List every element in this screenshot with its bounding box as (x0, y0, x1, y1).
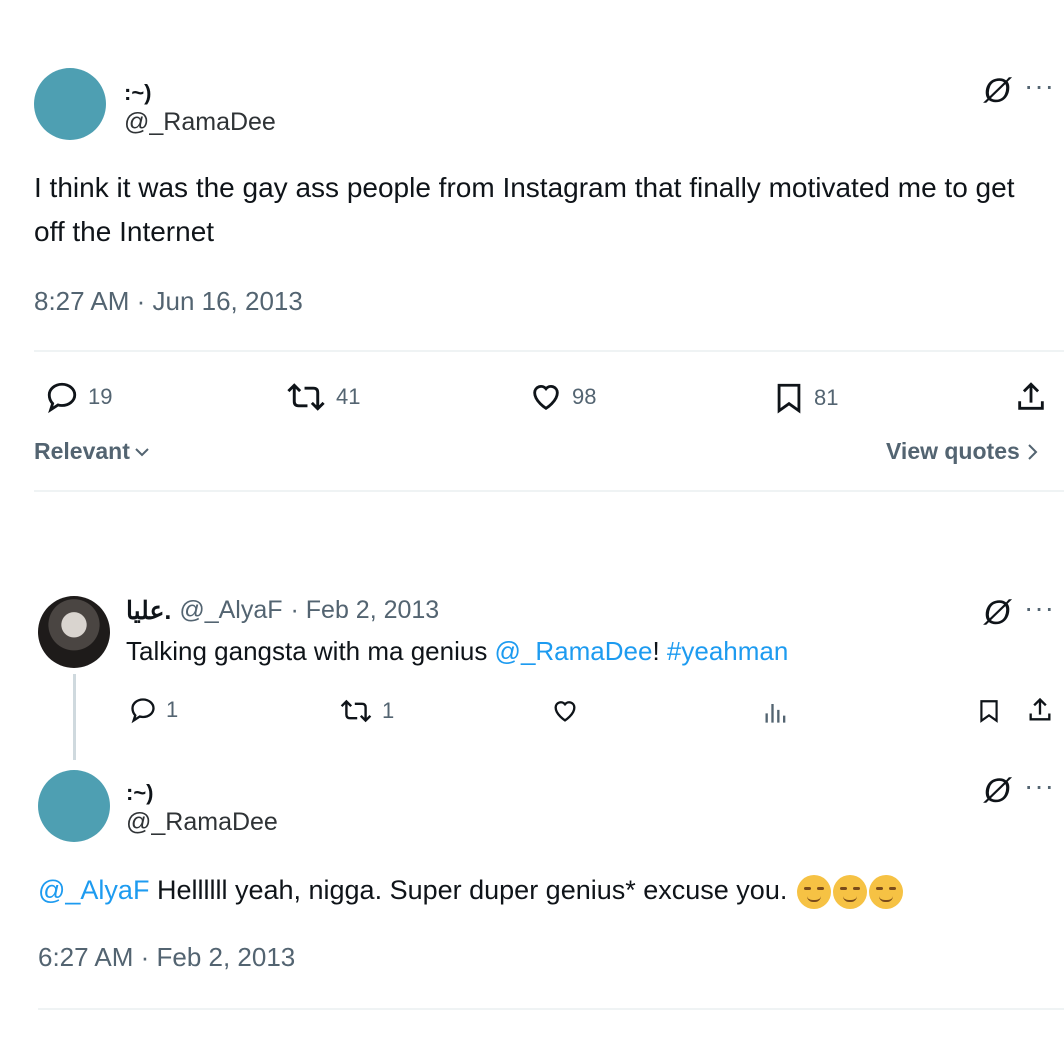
avatar[interactable] (34, 68, 106, 140)
chevron-down-icon (134, 446, 150, 458)
sort-selector[interactable]: Relevant (34, 438, 150, 465)
post-date[interactable]: · Feb 2, 2013 (291, 596, 440, 626)
view-quotes-link[interactable]: View quotes (886, 438, 1038, 465)
more-icon[interactable]: ··· (1024, 70, 1055, 102)
chevron-right-icon (1026, 443, 1038, 461)
tweet-text: I think it was the gay ass people from I… (34, 172, 1015, 247)
sort-label: Relevant (34, 438, 130, 464)
bookmark-button[interactable]: 81 (772, 380, 838, 416)
bookmark-count: 81 (814, 385, 839, 410)
retweet-button[interactable]: 41 (284, 382, 360, 412)
share-icon[interactable] (1014, 380, 1048, 414)
bookmark-icon (976, 697, 1002, 725)
tweet-header: عليا. @_AlyaF · Feb 2, 2013 (126, 596, 439, 626)
reply-count: 1 (166, 697, 179, 722)
divider (34, 350, 1064, 352)
analytics-icon (762, 697, 790, 725)
grok-icon[interactable]: Ø (984, 72, 1010, 111)
reply-button[interactable]: 1 (128, 696, 178, 724)
retweet-icon (284, 382, 328, 412)
bookmark-icon (772, 380, 806, 416)
heart-icon (550, 697, 580, 725)
smirk-emoji-icon (796, 874, 831, 909)
grok-icon[interactable]: Ø (984, 594, 1010, 633)
timestamp[interactable]: 6:27 AM · Feb 2, 2013 (38, 942, 295, 973)
divider (38, 1008, 1064, 1010)
share-icon[interactable] (1026, 696, 1054, 724)
reply-button[interactable]: 19 (44, 380, 112, 414)
reply-icon (44, 380, 80, 414)
reply-count: 19 (88, 384, 113, 409)
mention-link[interactable]: @_AlyaF (38, 875, 149, 905)
reply-icon (128, 696, 158, 724)
handle[interactable]: @_RamaDee (126, 808, 278, 837)
like-button[interactable] (550, 697, 580, 725)
grok-icon[interactable]: Ø (984, 772, 1010, 811)
retweet-count: 1 (382, 698, 395, 723)
display-name[interactable]: عليا. (126, 596, 171, 626)
display-name[interactable]: :~) (126, 780, 154, 806)
timestamp[interactable]: 8:27 AM · Jun 16, 2013 (34, 286, 303, 317)
more-icon[interactable]: ··· (1024, 770, 1055, 802)
like-button[interactable]: 98 (528, 380, 596, 414)
heart-icon (528, 380, 564, 414)
tweet-text: @_AlyaF Hellllll yeah, nigga. Super dupe… (38, 870, 903, 910)
smirk-emoji-icon (868, 874, 903, 909)
divider (34, 490, 1064, 492)
avatar-photo[interactable] (38, 596, 110, 668)
bookmark-button[interactable] (976, 697, 1002, 725)
retweet-icon (338, 699, 374, 723)
retweet-button[interactable]: 1 (338, 698, 394, 724)
like-count: 98 (572, 384, 597, 409)
display-name[interactable]: :~) (124, 80, 152, 106)
tweet-text: Talking gangsta with ma genius @_RamaDee… (126, 636, 789, 666)
handle[interactable]: @_AlyaF (179, 596, 282, 626)
smirk-emoji-icon (832, 874, 867, 909)
mention-link[interactable]: @_RamaDee (495, 636, 653, 666)
retweet-count: 41 (336, 384, 361, 409)
more-icon[interactable]: ··· (1024, 592, 1055, 624)
avatar[interactable] (38, 770, 110, 842)
views-button[interactable] (762, 697, 790, 725)
view-quotes-label: View quotes (886, 438, 1020, 464)
thread-line (73, 674, 76, 760)
handle[interactable]: @_RamaDee (124, 108, 276, 137)
hashtag-link[interactable]: #yeahman (667, 636, 788, 666)
